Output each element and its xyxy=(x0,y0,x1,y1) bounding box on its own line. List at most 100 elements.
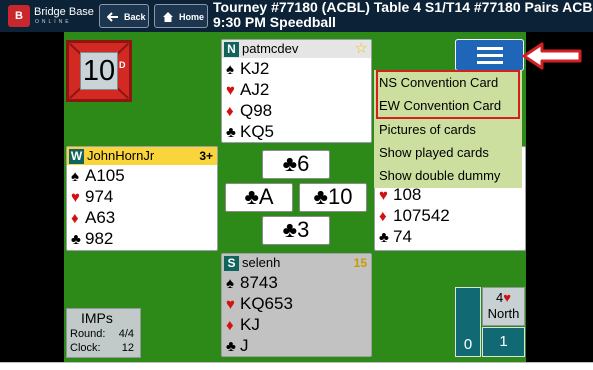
club-icon: ♣ xyxy=(282,151,298,176)
west-diamonds: ♦ A63 xyxy=(67,207,217,228)
west-clubs-cards: 982 xyxy=(85,229,114,248)
north-seat-label: N xyxy=(224,42,239,57)
south-hand: S selenh 15 ♠ 8743 ♥ KQ653 ♦ KJ ♣ J xyxy=(221,253,372,357)
trick-card-west: ♣A xyxy=(225,183,293,212)
south-diamonds-cards: KJ xyxy=(240,315,260,334)
star-icon: ☆ xyxy=(354,40,368,57)
north-spades[interactable]: ♠ KJ2 xyxy=(222,58,371,79)
club-icon: ♣ xyxy=(226,124,236,141)
spade-icon: ♠ xyxy=(226,275,234,292)
club-icon: ♣ xyxy=(313,184,328,209)
title-line-2: 9:30 PM Speedball xyxy=(213,14,336,30)
south-seat-label: S xyxy=(224,256,239,271)
spade-icon: ♠ xyxy=(71,168,79,185)
west-spades: ♠ A105 xyxy=(67,165,217,186)
north-diamonds[interactable]: ♦ Q98 xyxy=(222,100,371,121)
logo-badge-letter: B xyxy=(15,10,23,22)
round-row: Round: 4/4 xyxy=(70,328,136,340)
logo-badge: B xyxy=(8,5,30,27)
west-hearts-cards: 974 xyxy=(85,187,114,206)
table-menu-dropdown: NS Convention Card EW Convention Card Pi… xyxy=(374,70,522,188)
trick-card-west-rank: A xyxy=(258,184,274,209)
north-player-name[interactable]: patmcdev xyxy=(242,41,298,57)
heart-icon: ♥ xyxy=(503,290,511,305)
north-spades-cards: KJ2 xyxy=(240,59,270,78)
back-label: Back xyxy=(124,12,146,22)
clock-label: Clock: xyxy=(70,342,101,354)
top-bar: B Bridge Base ONLINE Back Home Tourney #… xyxy=(0,0,593,32)
east-diamonds-cards: 107542 xyxy=(393,206,450,225)
trick-card-north-rank: 6 xyxy=(297,151,310,176)
west-hearts: ♥ 974 xyxy=(67,186,217,207)
home-icon xyxy=(163,12,173,22)
north-diamonds-cards: Q98 xyxy=(240,101,273,120)
east-diamonds: ♦ 107542 xyxy=(375,205,525,226)
trick-card-north: ♣6 xyxy=(262,150,330,179)
north-clubs-cards: KQ5 xyxy=(240,122,275,141)
west-hand: W JohnHornJr 3+ ♠ A105 ♥ 974 ♦ A63 ♣ 982 xyxy=(66,146,218,251)
west-header: W JohnHornJr 3+ xyxy=(67,147,217,165)
back-arrow-icon xyxy=(107,12,118,22)
west-seat-label: W xyxy=(69,149,84,164)
menu-item-show-double-dummy[interactable]: Show double dummy xyxy=(379,166,500,186)
heart-icon: ♥ xyxy=(226,82,235,99)
clock-row: Clock: 12 xyxy=(70,342,136,354)
round-value: 4/4 xyxy=(118,328,134,340)
heart-icon: ♥ xyxy=(226,296,235,313)
south-player-name[interactable]: selenh xyxy=(242,255,280,271)
hamburger-menu-button[interactable] xyxy=(455,39,524,71)
south-header: S selenh 15 xyxy=(222,254,371,272)
west-player-name[interactable]: JohnHornJr xyxy=(87,148,154,164)
south-spades-cards: 8743 xyxy=(240,273,278,292)
club-icon: ♣ xyxy=(244,184,259,209)
diamond-icon: ♦ xyxy=(226,317,234,334)
ns-tricks-count: 1 xyxy=(482,327,525,357)
menu-item-show-played-cards[interactable]: Show played cards xyxy=(379,143,489,163)
menu-icon-bar xyxy=(477,54,503,57)
board-number-panel: 10 D xyxy=(66,40,132,102)
menu-icon-bar xyxy=(477,47,503,50)
south-clubs-cards: J xyxy=(240,336,249,355)
trick-card-south-rank: 3 xyxy=(297,217,310,242)
contract-declarer: North xyxy=(487,306,520,321)
trick-card-east-rank: 10 xyxy=(327,184,353,209)
bbo-logo: B Bridge Base ONLINE xyxy=(6,3,94,29)
home-label: Home xyxy=(179,12,205,22)
west-diamonds-cards: A63 xyxy=(85,208,116,227)
south-clubs: ♣ J xyxy=(222,335,371,356)
back-button[interactable]: Back xyxy=(99,4,149,28)
south-hearts-cards: KQ653 xyxy=(240,294,293,313)
board-number: 10 xyxy=(80,52,118,90)
round-label: Round: xyxy=(70,328,106,340)
contract-level: 4♥ xyxy=(483,290,524,306)
north-hearts[interactable]: ♥ AJ2 xyxy=(222,79,371,100)
club-icon: ♣ xyxy=(379,229,389,246)
diamond-icon: ♦ xyxy=(379,208,387,225)
west-player-tag: 3+ xyxy=(199,149,213,163)
diamond-icon: ♦ xyxy=(71,210,79,227)
north-clubs[interactable]: ♣ KQ5 xyxy=(222,121,371,142)
south-player-tag: 15 xyxy=(353,256,367,270)
logo-title: Bridge Base xyxy=(34,6,94,18)
red-arrow-icon xyxy=(522,42,582,70)
west-clubs: ♣ 982 xyxy=(67,228,217,249)
home-button[interactable]: Home xyxy=(154,4,208,28)
heart-icon: ♥ xyxy=(71,189,80,206)
clock-value: 12 xyxy=(121,342,134,354)
east-clubs-cards: 74 xyxy=(393,227,412,246)
north-hand: N patmcdev ☆ ♠ KJ2 ♥ AJ2 ♦ Q98 ♣ KQ5 xyxy=(221,39,372,143)
contract-panel: 4♥ North xyxy=(482,287,525,326)
club-icon: ♣ xyxy=(282,217,298,242)
south-spades: ♠ 8743 xyxy=(222,272,371,293)
spade-icon: ♠ xyxy=(226,61,234,78)
score-panel: IMPs Round: 4/4 Clock: 12 xyxy=(66,308,141,358)
south-diamonds: ♦ KJ xyxy=(222,314,371,335)
trick-card-east: ♣10 xyxy=(299,183,367,212)
trick-card-south: ♣3 xyxy=(262,216,330,245)
ew-tricks-count: 0 xyxy=(463,336,473,353)
north-header: N patmcdev ☆ xyxy=(222,40,371,58)
ew-tricks-panel: 0 xyxy=(455,287,481,357)
east-clubs: ♣ 74 xyxy=(375,226,525,247)
menu-item-pictures-of-cards[interactable]: Pictures of cards xyxy=(379,120,476,140)
menu-icon-bar xyxy=(477,61,503,64)
